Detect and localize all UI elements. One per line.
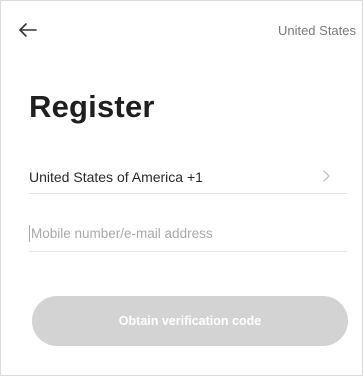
page-title: Register <box>29 89 155 124</box>
top-bar: United States <box>1 1 362 51</box>
register-screen: United States Register United States of … <box>0 0 363 376</box>
text-cursor <box>29 225 30 242</box>
arrow-left-icon <box>19 23 37 37</box>
back-button[interactable] <box>17 19 39 41</box>
region-selector-link[interactable]: United States <box>278 23 356 38</box>
obtain-verification-code-button[interactable]: Obtain verification code <box>32 296 348 346</box>
mobile-email-input[interactable] <box>31 215 343 251</box>
country-code-selector[interactable]: United States of America +1 <box>29 159 347 194</box>
account-field[interactable] <box>29 215 347 252</box>
country-code-label: United States of America +1 <box>29 169 203 185</box>
chevron-right-icon <box>323 170 330 182</box>
